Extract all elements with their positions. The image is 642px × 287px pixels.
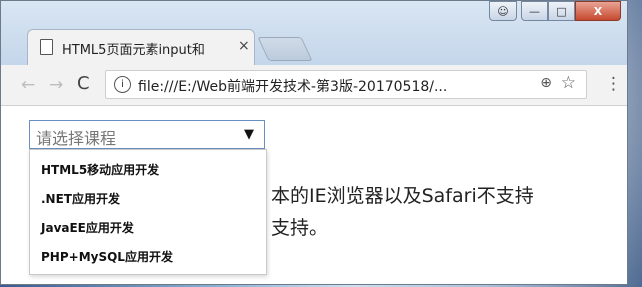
bookmark-star-icon[interactable]: ☆ [561,73,576,93]
course-dropdown-list: HTML5移动应用开发 .NET应用开发 JavaEE应用开发 PHP+MySQ… [29,149,267,275]
url-text[interactable]: file:///E:/Web前端开发技术-第3版-20170518/... [138,76,447,96]
tab-title: HTML5页面元素input和 [62,43,205,58]
close-window-button[interactable]: X [575,1,621,21]
reload-button[interactable]: C [77,73,90,94]
option-dotnet[interactable]: .NET应用开发 [41,190,120,207]
paragraph-line-1: 本的IE浏览器以及Safari不支持 [271,185,534,207]
title-bar: HTML5页面元素input和 × ☺ — □ X [1,1,627,65]
window-controls: ☺ — □ X [489,1,621,25]
user-profile-button[interactable]: ☺ [489,1,517,21]
page-icon [40,39,53,55]
paragraph-line-2: 支持。 [271,217,329,239]
option-html5[interactable]: HTML5移动应用开发 [41,161,159,178]
forward-button[interactable]: → [49,75,63,95]
dropdown-arrow-icon[interactable]: ▼ [244,127,254,142]
minimize-button[interactable]: — [521,1,548,21]
select-placeholder: 请选择课程 [36,129,117,148]
address-bar[interactable]: i file:///E:/Web前端开发技术-第3版-20170518/... … [105,70,587,99]
tab-close-icon[interactable]: × [238,38,250,54]
browser-toolbar: ← → C i file:///E:/Web前端开发技术-第3版-2017051… [1,65,627,106]
browser-tab[interactable]: HTML5页面元素input和 × [27,29,255,65]
course-select[interactable]: 请选择课程 ▼ [29,120,265,149]
maximize-button[interactable]: □ [548,1,575,21]
info-icon[interactable]: i [114,76,131,93]
page-content: 本的IE浏览器以及Safari不支持 支持。 请选择课程 ▼ HTML5移动应用… [1,106,627,284]
new-tab-button[interactable] [257,37,313,61]
zoom-icon[interactable]: ⊕ [540,75,552,91]
back-button[interactable]: ← [21,75,35,95]
menu-icon[interactable]: ⋮ [605,74,622,94]
option-php-mysql[interactable]: PHP+MySQL应用开发 [41,248,173,265]
option-javaee[interactable]: JavaEE应用开发 [41,219,134,236]
browser-window: HTML5页面元素input和 × ☺ — □ X ← → C i file:/… [0,0,628,285]
